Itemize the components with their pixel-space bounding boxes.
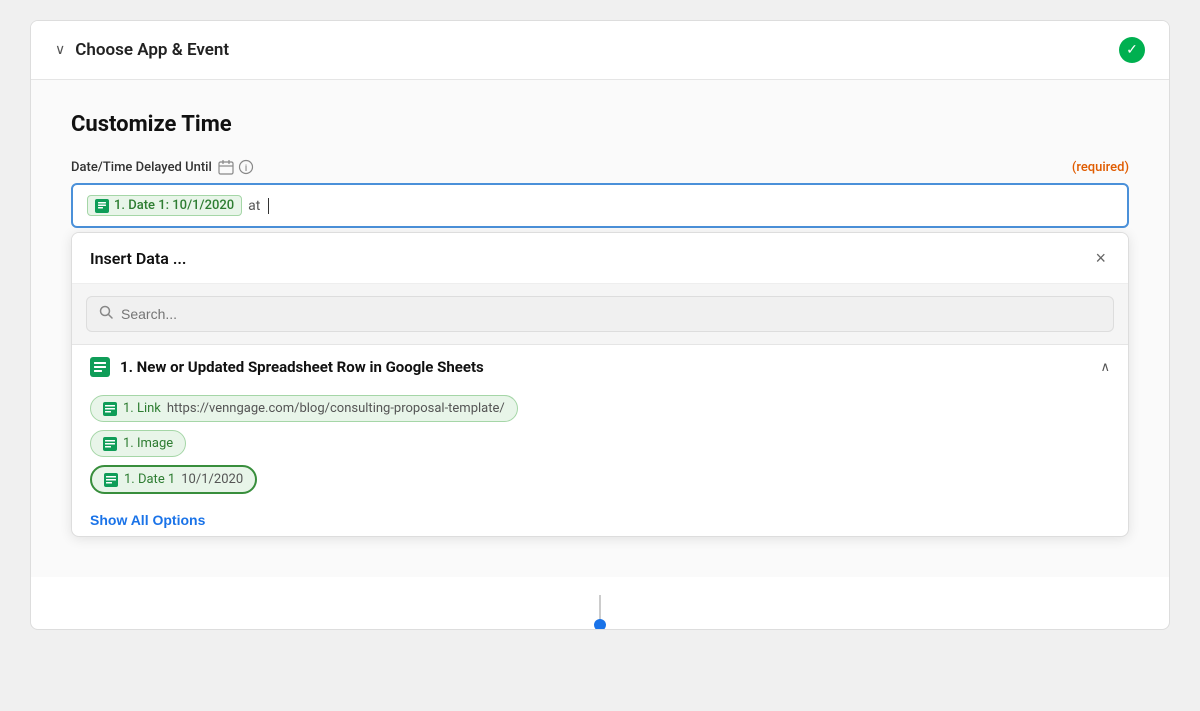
option-image[interactable]: 1. Image — [90, 430, 186, 457]
sheets-token-icon — [95, 199, 109, 213]
sheets-icon-link — [103, 402, 117, 416]
input-token: 1. Date 1: 10/1/2020 — [87, 195, 242, 216]
chevron-up-icon: ∧ — [1100, 360, 1110, 375]
header-left: ∨ Choose App & Event — [55, 40, 229, 60]
at-text: at — [248, 198, 260, 214]
option-date1-value: 10/1/2020 — [181, 472, 243, 487]
search-input[interactable] — [121, 306, 1101, 322]
field-label-text: Date/Time Delayed Until — [71, 160, 212, 175]
option-date1[interactable]: 1. Date 1 10/1/2020 — [90, 465, 257, 494]
search-box — [86, 296, 1114, 332]
calendar-icon — [218, 159, 234, 175]
option-link-label: 1. Link — [123, 401, 161, 416]
datasource-header[interactable]: 1. New or Updated Spreadsheet Row in Goo… — [72, 345, 1128, 389]
svg-text:i: i — [245, 164, 247, 174]
option-date1-label: 1. Date 1 — [124, 472, 175, 487]
dropdown-title: Insert Data ... — [90, 249, 186, 268]
field-icons: i — [218, 159, 254, 175]
search-container — [72, 284, 1128, 345]
close-button[interactable]: × — [1091, 247, 1110, 269]
datasource-icon — [90, 357, 110, 377]
dropdown-header: Insert Data ... × — [72, 233, 1128, 284]
required-badge: (required) — [1072, 160, 1129, 175]
search-icon — [99, 305, 113, 323]
option-link[interactable]: 1. Link https://venngage.com/blog/consul… — [90, 395, 518, 422]
check-icon: ✓ — [1119, 37, 1145, 63]
sheets-icon-image — [103, 437, 117, 451]
insert-data-dropdown: Insert Data ... × — [71, 232, 1129, 537]
datasource-name: 1. New or Updated Spreadsheet Row in Goo… — [120, 358, 484, 376]
text-cursor — [268, 198, 269, 214]
content-area: Customize Time Date/Time Delayed Until — [31, 80, 1169, 577]
section-header: ∨ Choose App & Event ✓ — [31, 21, 1169, 80]
page-title: Customize Time — [71, 112, 1129, 137]
timeline-area — [31, 577, 1169, 629]
chevron-icon: ∨ — [55, 42, 65, 58]
datasource-header-left: 1. New or Updated Spreadsheet Row in Goo… — [90, 357, 484, 377]
section-title: Choose App & Event — [75, 40, 229, 60]
timeline-dot — [594, 619, 606, 630]
options-list: 1. Link https://venngage.com/blog/consul… — [72, 389, 1128, 504]
field-label-row: Date/Time Delayed Until i — [71, 159, 1129, 175]
info-icon: i — [238, 159, 254, 175]
option-link-value: https://venngage.com/blog/consulting-pro… — [167, 401, 505, 416]
show-all-options-button[interactable]: Show All Options — [72, 504, 223, 536]
sheets-icon-date — [104, 473, 118, 487]
main-container: ∨ Choose App & Event ✓ Customize Time Da… — [30, 20, 1170, 630]
option-image-label: 1. Image — [123, 436, 173, 451]
datetime-input[interactable]: 1. Date 1: 10/1/2020 at — [71, 183, 1129, 228]
field-label: Date/Time Delayed Until i — [71, 159, 254, 175]
timeline-line — [599, 595, 601, 625]
